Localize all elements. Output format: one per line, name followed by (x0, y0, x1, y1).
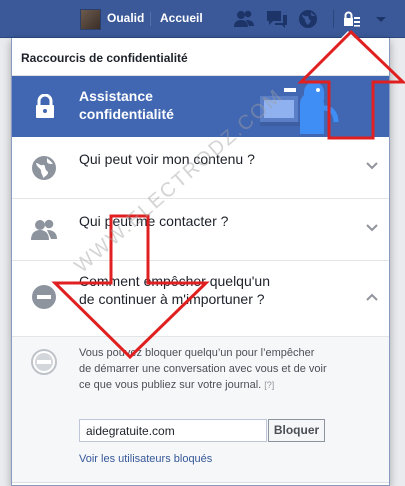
lock-icon (36, 94, 54, 118)
stop-bothering-label: Comment empêcher quelqu'un de continuer … (79, 273, 271, 307)
divider (150, 12, 151, 26)
block-button[interactable]: Bloquer (268, 419, 325, 442)
avatar[interactable] (80, 9, 101, 30)
globe-icon (32, 156, 56, 180)
home-link[interactable]: Accueil (160, 11, 203, 25)
privacy-shortcuts-icon[interactable] (340, 8, 364, 30)
notifications-globe-icon[interactable] (296, 8, 320, 30)
privacy-assistant-label: Assistance confidentialité (79, 88, 174, 122)
chevron-down-icon[interactable] (365, 223, 379, 233)
privacy-assistant-row[interactable]: Assistance confidentialité (12, 76, 389, 137)
block-user-section: Vous pouvez bloquer quelqu’un pour l’emp… (12, 337, 389, 483)
account-menu-arrow-icon[interactable] (370, 8, 394, 30)
profile-name-link[interactable]: Oualid (107, 11, 144, 25)
view-blocked-users-link[interactable]: Voir les utilisateurs bloqués (79, 453, 212, 465)
messages-icon[interactable] (265, 8, 289, 30)
friends-icon[interactable] (232, 8, 256, 30)
divider (333, 10, 334, 28)
privacy-shortcuts-panel: Raccourcis de confidentialité Assistance… (11, 38, 390, 486)
block-user-input[interactable] (79, 419, 267, 442)
block-description: Vous pouvez bloquer quelqu’un pour l’emp… (79, 347, 327, 391)
who-can-contact-me-row[interactable]: Qui peut me contacter ? (12, 199, 389, 261)
stop-someone-bothering-row[interactable]: Comment empêcher quelqu'un de continuer … (12, 261, 389, 337)
help-link[interactable]: [?] (264, 380, 274, 390)
panel-title: Raccourcis de confidentialité (12, 38, 389, 76)
people-icon (31, 219, 57, 240)
chevron-down-icon[interactable] (365, 161, 379, 171)
block-icon (31, 349, 57, 375)
chevron-up-icon[interactable] (365, 292, 379, 302)
block-icon (32, 285, 56, 309)
